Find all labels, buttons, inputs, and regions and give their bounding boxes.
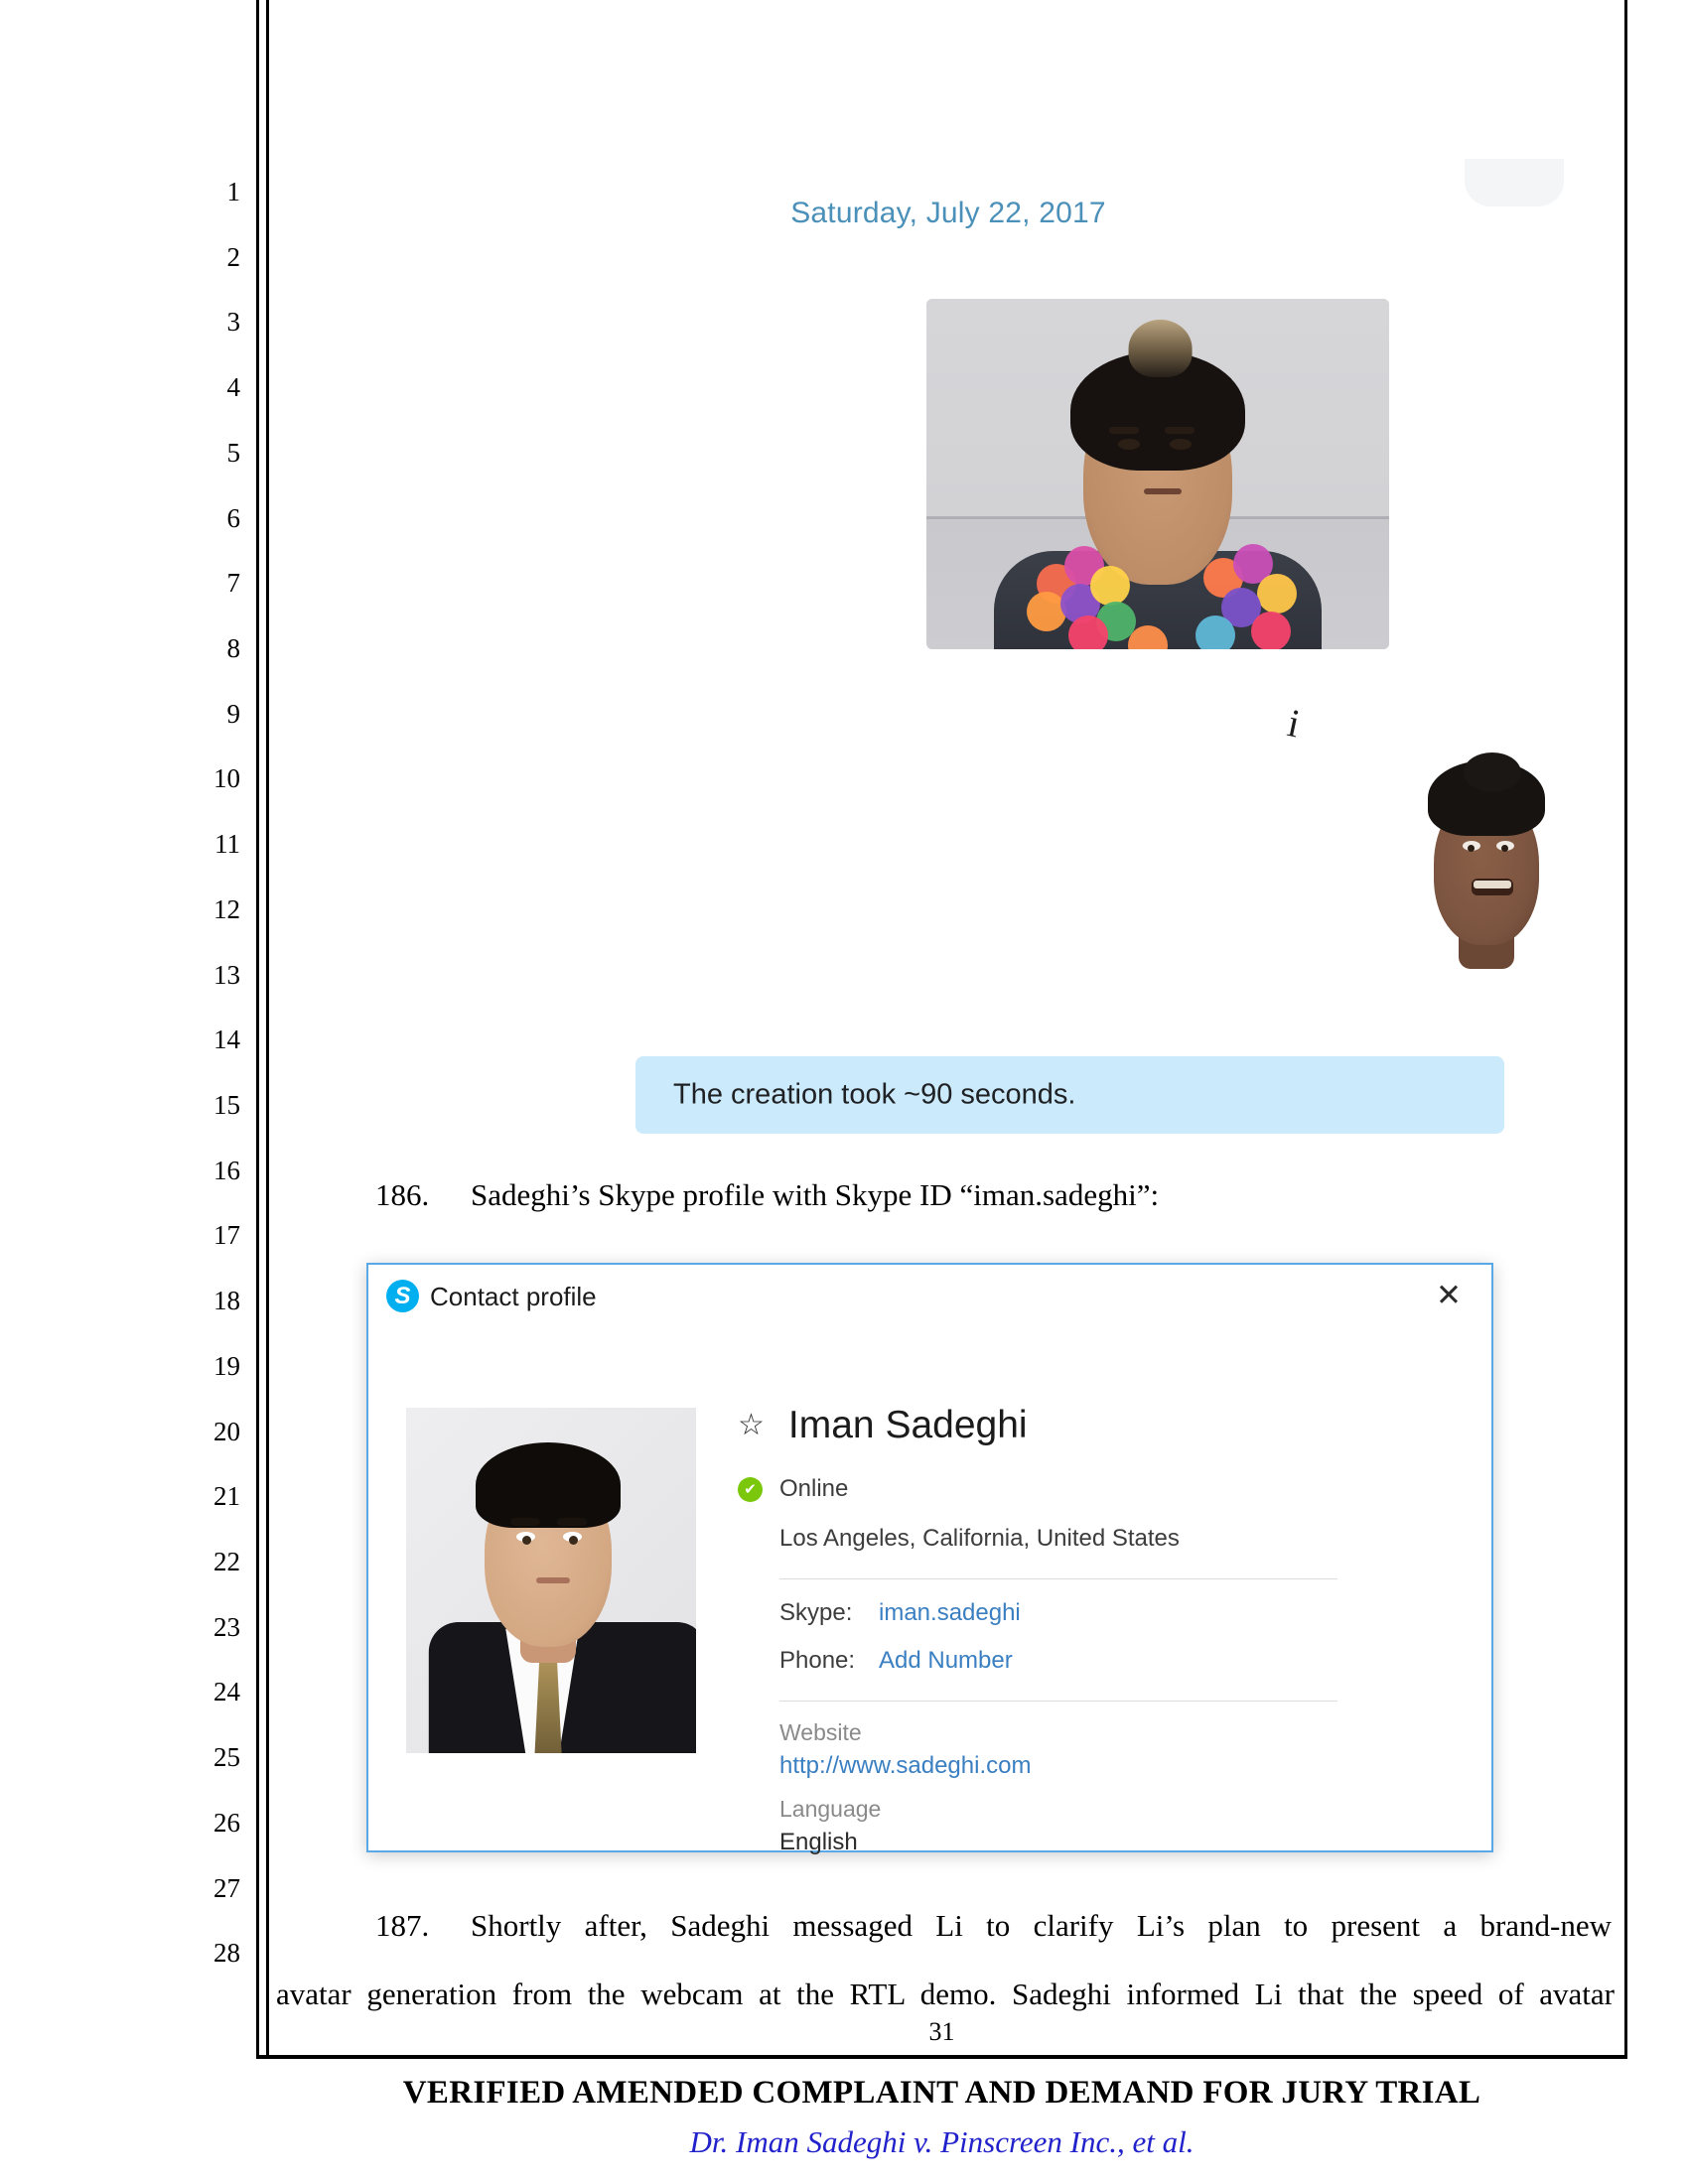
paragraph-187-line1: 187. Shortly after, Sadeghi messaged Li t… — [375, 1910, 1612, 1941]
line-number: 5 — [226, 437, 241, 468]
line-number: 28 — [213, 1938, 240, 1969]
line-number-column: 1 2 3 4 5 6 7 8 9 10 11 12 13 14 15 16 17 18 19 20 21 22 23 24 2… — [179, 179, 240, 2005]
profile-location: Los Angeles, California, United States — [779, 1525, 1180, 1552]
line-number: 14 — [213, 1024, 240, 1055]
avatar-mouth — [1472, 879, 1514, 896]
line-number: 27 — [213, 1872, 240, 1903]
line-number: 19 — [213, 1350, 240, 1381]
avatar-teeth — [1474, 881, 1512, 889]
line-number: 15 — [213, 1090, 240, 1120]
left-margin-rule-outer — [256, 0, 259, 2055]
footer-divider-rule — [256, 2055, 1627, 2059]
photo-mouth — [1144, 487, 1183, 494]
skype-field-label: Skype: — [779, 1599, 853, 1626]
line-number: 1 — [226, 177, 241, 206]
language-value: English — [779, 1829, 858, 1855]
line-number: 13 — [213, 959, 240, 990]
line-number: 7 — [226, 568, 241, 599]
line-number: 26 — [213, 1807, 240, 1838]
left-margin-rule-inner — [266, 0, 269, 2055]
close-icon[interactable]: ✕ — [1430, 1277, 1468, 1314]
line-number: 24 — [213, 1677, 240, 1707]
profile-website-block: Website http://www.sadeghi.com Language … — [779, 1719, 1433, 1856]
details-divider-bottom — [779, 1701, 1337, 1702]
chat-message-bubble[interactable]: The creation took ~90 seconds. — [635, 1056, 1504, 1134]
line-number: 2 — [226, 241, 241, 272]
paragraph-186-number: 186. — [375, 1177, 430, 1212]
photo-flower-lei — [1009, 530, 1307, 649]
profile-name: Iman Sadeghi — [787, 1404, 1028, 1446]
line-number: 10 — [213, 763, 240, 794]
line-number: 12 — [213, 893, 240, 924]
chat-message-text: The creation took ~90 seconds. — [673, 1078, 1076, 1111]
paragraph-187-text-line1: Shortly after, Sadeghi messaged Li to cl… — [471, 1908, 1612, 1943]
dialog-body: ☆ Iman Sadeghi ✔ Online Los Angeles, Cal… — [368, 1326, 1491, 1855]
profile-field-phone: Phone: Add Number — [779, 1647, 1433, 1675]
line-number: 16 — [213, 1155, 240, 1185]
profile-field-skype: Skype: iman.sadeghi — [779, 1599, 1433, 1627]
details-divider-top — [779, 1578, 1337, 1579]
pleading-page: 1 2 3 4 5 6 7 8 9 10 11 12 13 14 15 16 17 18 19 20 21 22 23 24 2… — [0, 0, 1688, 2184]
right-margin-rule — [1624, 0, 1627, 2055]
skype-logo-icon: S — [386, 1280, 419, 1312]
chat-date-header: Saturday, July 22, 2017 — [790, 197, 1106, 229]
profile-avatar-photo[interactable] — [406, 1408, 696, 1753]
dialog-title: Contact profile — [430, 1282, 597, 1311]
line-number: 8 — [226, 633, 241, 663]
line-number: 11 — [214, 829, 240, 860]
line-number: 21 — [213, 1481, 240, 1512]
avatar-pupil-left — [1467, 845, 1475, 853]
line-number: 20 — [213, 1416, 240, 1446]
stray-glyph-artifact: i — [1284, 700, 1305, 747]
profile-status-row: ✔ Online — [738, 1475, 1433, 1503]
line-number: 25 — [213, 1742, 240, 1773]
footer-case-caption: Dr. Iman Sadeghi v. Pinscreen Inc., et a… — [689, 2124, 1195, 2159]
page-number: 31 — [928, 2017, 955, 2046]
profile-status-text: Online — [779, 1475, 849, 1502]
line-number: 3 — [226, 307, 241, 338]
line-number: 17 — [213, 1220, 240, 1251]
dialog-titlebar: S Contact profile ✕ — [368, 1265, 1491, 1326]
line-number: 22 — [213, 1547, 240, 1576]
generated-avatar-image[interactable] — [1413, 752, 1560, 970]
headshot-hair — [476, 1441, 622, 1528]
website-link[interactable]: http://www.sadeghi.com — [779, 1752, 1433, 1780]
paragraph-187-number: 187. — [375, 1908, 430, 1943]
language-label: Language — [779, 1796, 882, 1822]
footer-title: VERIFIED AMENDED COMPLAINT AND DEMAND FO… — [402, 2075, 1481, 2111]
line-number: 23 — [213, 1611, 240, 1642]
line-number: 6 — [226, 502, 241, 533]
chat-photo-attachment[interactable] — [926, 299, 1389, 649]
headshot-pupil-left — [521, 1535, 531, 1545]
line-number: 18 — [213, 1286, 240, 1316]
phone-field-label: Phone: — [779, 1647, 856, 1674]
headshot-eyebrow-left — [510, 1518, 541, 1527]
headshot-pupil-right — [568, 1535, 578, 1545]
headshot-mouth — [536, 1576, 571, 1583]
profile-details: ☆ Iman Sadeghi ✔ Online Los Angeles, Cal… — [738, 1404, 1433, 1856]
paragraph-186-text: Sadeghi’s Skype profile with Skype ID “i… — [471, 1177, 1160, 1212]
line-number: 9 — [226, 698, 241, 729]
favorite-star-icon[interactable]: ☆ — [738, 1411, 765, 1440]
skype-field-value[interactable]: iman.sadeghi — [879, 1599, 1021, 1627]
line-number: 4 — [226, 372, 241, 403]
skype-contact-profile-dialog: S Contact profile ✕ ☆ Iman Sadeghi ✔ Onl… — [366, 1263, 1493, 1855]
photo-eyebrow-right — [1164, 426, 1195, 434]
photo-eyebrow-left — [1109, 426, 1140, 434]
website-label: Website — [779, 1719, 862, 1745]
add-number-link[interactable]: Add Number — [879, 1647, 1013, 1675]
photo-eye-right — [1169, 439, 1192, 451]
photo-hair-bun — [1128, 320, 1193, 378]
online-check-icon: ✔ — [738, 1476, 763, 1502]
avatar-hair-bun — [1463, 752, 1521, 792]
profile-name-row: ☆ Iman Sadeghi — [738, 1404, 1433, 1447]
paragraph-186: 186. Sadeghi’s Skype profile with Skype I… — [375, 1179, 1607, 1210]
headshot-eyebrow-right — [556, 1518, 587, 1527]
exhibit-chat-screenshot: Saturday, July 22, 2017 i The creation t… — [283, 20, 1614, 1147]
paragraph-187-line2: avatar generation from the webcam at the… — [276, 1977, 1615, 2011]
